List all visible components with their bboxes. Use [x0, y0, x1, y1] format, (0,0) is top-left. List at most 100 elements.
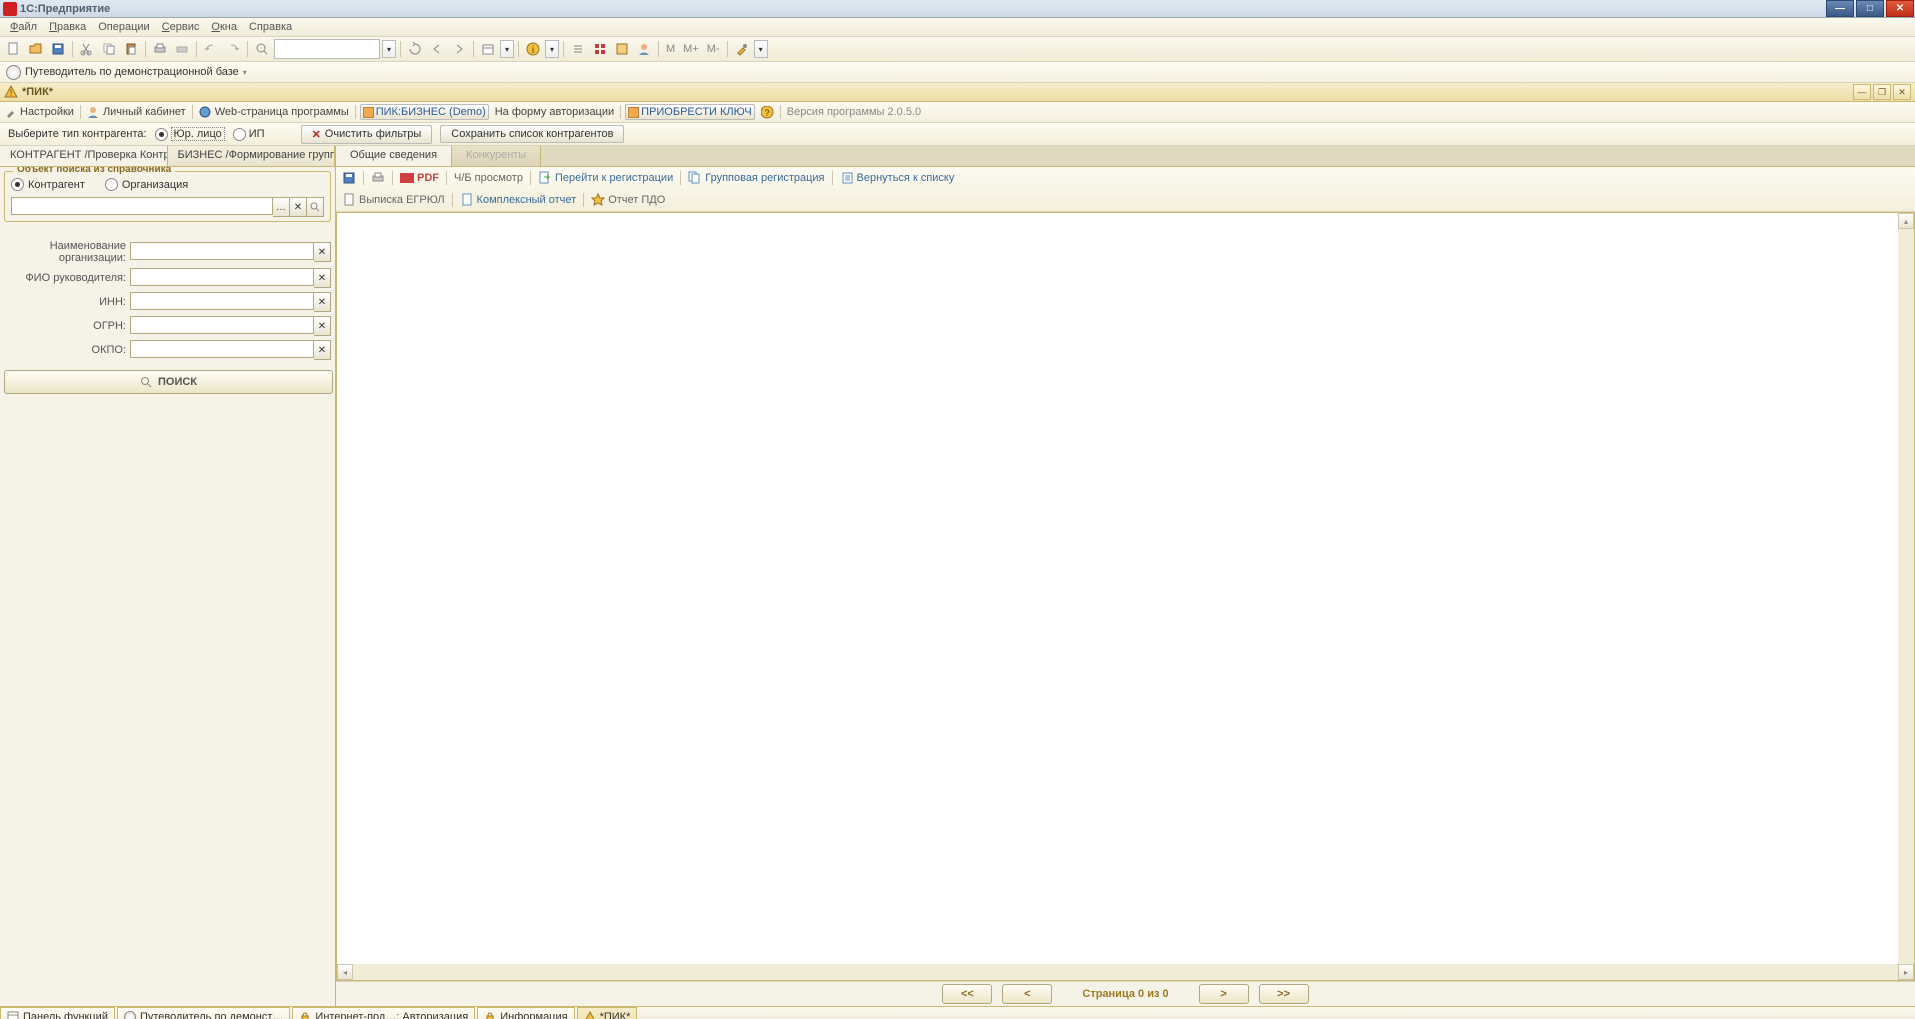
menu-windows[interactable]: Окна [205, 19, 243, 35]
status-pik[interactable]: *ПИК* [577, 1007, 638, 1019]
main-toolbar: ▾ ▾ i ▾ M M+ M- ▾ [0, 37, 1915, 62]
menu-operations[interactable]: Операции [92, 19, 155, 35]
clear-button[interactable]: ✕ [314, 268, 331, 288]
save-list-button[interactable]: Сохранить список контрагентов [440, 125, 624, 143]
tab-competitors[interactable]: Конкуренты [452, 146, 541, 166]
menu-edit[interactable]: Правка [43, 19, 92, 35]
guide-dropdown[interactable]: ▾ [243, 68, 247, 77]
clear-filters-button[interactable]: ✕ Очистить фильтры [301, 125, 433, 144]
nav-buykey-button[interactable]: ПРИОБРЕСТИ КЛЮЧ [625, 104, 755, 120]
status-panel-functions[interactable]: Панель функций [0, 1007, 115, 1019]
copy-icon[interactable] [99, 39, 119, 59]
lookup-button[interactable] [307, 197, 324, 217]
guide-label[interactable]: Путеводитель по демонстрационной базе [25, 66, 239, 78]
status-information[interactable]: Информация [477, 1007, 574, 1019]
search-input[interactable] [274, 39, 380, 59]
scrollbar-horizontal[interactable]: ◂ ▸ [337, 964, 1914, 980]
calendar-dropdown[interactable]: ▾ [500, 40, 514, 58]
fio-input[interactable] [130, 268, 314, 286]
bw-preview-button[interactable]: Ч/Б просмотр [452, 170, 525, 186]
choose-button[interactable]: … [273, 197, 290, 217]
clear-button[interactable]: ✕ [290, 197, 307, 217]
save-icon[interactable] [48, 39, 68, 59]
pdo-report-button[interactable]: Отчет ПДО [589, 191, 667, 209]
clear-button[interactable]: ✕ [314, 340, 331, 360]
print-button[interactable] [369, 169, 387, 187]
list-back-icon [840, 171, 854, 185]
back-to-list-button[interactable]: Вернуться к списку [838, 169, 957, 187]
scroll-up-button[interactable]: ▴ [1898, 213, 1914, 229]
user-icon[interactable] [634, 39, 654, 59]
lock-icon [299, 1011, 311, 1019]
menu-file[interactable]: Файл [4, 19, 43, 35]
search-button[interactable]: ПОИСК [4, 370, 333, 394]
row-orgname: Наименование организации: ✕ [4, 240, 331, 264]
object-input[interactable] [11, 197, 273, 215]
radio-organization[interactable]: Организация [105, 178, 188, 191]
search-dropdown[interactable]: ▾ [382, 40, 396, 58]
okpo-input[interactable] [130, 340, 314, 358]
doc-close-button[interactable]: ✕ [1893, 84, 1911, 100]
calendar-icon[interactable] [478, 39, 498, 59]
undo-icon[interactable] [201, 39, 221, 59]
pager-prev-button[interactable]: < [1002, 984, 1052, 1004]
nav-authform[interactable]: На форму авторизации [493, 106, 616, 118]
orgname-input[interactable] [130, 242, 314, 260]
egrul-button[interactable]: Выписка ЕГРЮЛ [340, 191, 447, 209]
clear-button[interactable]: ✕ [314, 242, 331, 262]
search-icon[interactable] [252, 39, 272, 59]
nav-fwd-icon[interactable] [449, 39, 469, 59]
status-internet-support[interactable]: Интернет-под…: Авторизация [292, 1007, 475, 1019]
radio-contragent[interactable]: Контрагент [11, 178, 85, 191]
calendar2-icon[interactable] [612, 39, 632, 59]
clear-button[interactable]: ✕ [314, 292, 331, 312]
pager-first-button[interactable]: << [942, 984, 992, 1004]
scrollbar-vertical[interactable]: ▴ [1898, 213, 1914, 964]
close-button[interactable]: ✕ [1886, 0, 1914, 17]
tools-dropdown[interactable]: ▾ [754, 40, 768, 58]
minimize-button[interactable]: — [1826, 0, 1854, 17]
tab-general-info[interactable]: Общие сведения [336, 146, 452, 166]
nav-settings[interactable]: Настройки [2, 106, 76, 119]
pdf-button[interactable]: PDF [398, 170, 441, 186]
doc-restore-button[interactable]: ❐ [1873, 84, 1891, 100]
radio-ip[interactable]: ИП [233, 128, 265, 141]
paste-icon[interactable] [121, 39, 141, 59]
tab-business[interactable]: БИЗНЕС /Формирование группы … [168, 146, 336, 166]
status-guide[interactable]: Путеводитель по демонст… [117, 1007, 290, 1019]
print-icon[interactable] [150, 39, 170, 59]
nav-webpage[interactable]: Web-страница программы [197, 106, 351, 119]
nav-demo-button[interactable]: ПИК:БИЗНЕС (Demo) [360, 104, 489, 120]
menu-service[interactable]: Сервис [156, 19, 206, 35]
refresh-icon[interactable] [405, 39, 425, 59]
radio-legal-entity[interactable]: Юр. лицо [155, 127, 225, 141]
pager-last-button[interactable]: >> [1259, 984, 1309, 1004]
scroll-right-button[interactable]: ▸ [1898, 964, 1914, 980]
cut-icon[interactable] [77, 39, 97, 59]
inn-input[interactable] [130, 292, 314, 310]
info-dropdown[interactable]: ▾ [545, 40, 559, 58]
nav-help[interactable]: ? [759, 106, 776, 119]
redo-icon[interactable] [223, 39, 243, 59]
goto-registration-button[interactable]: Перейти к регистрации [536, 169, 675, 187]
new-doc-icon[interactable] [4, 39, 24, 59]
print-preview-icon[interactable] [172, 39, 192, 59]
nav-back-icon[interactable] [427, 39, 447, 59]
maximize-button[interactable]: □ [1856, 0, 1884, 17]
clear-button[interactable]: ✕ [314, 316, 331, 336]
complex-report-button[interactable]: Комплексный отчет [458, 191, 579, 209]
menu-help[interactable]: Справка [243, 19, 298, 35]
doc-minimize-button[interactable]: — [1853, 84, 1871, 100]
group-registration-button[interactable]: Групповая регистрация [686, 169, 826, 187]
save-report-button[interactable] [340, 169, 358, 187]
tab-contragent[interactable]: КОНТРАГЕНТ /Проверка Контраг… [0, 146, 168, 166]
open-icon[interactable] [26, 39, 46, 59]
grid-icon[interactable] [590, 39, 610, 59]
info-icon[interactable]: i [523, 39, 543, 59]
ogrn-input[interactable] [130, 316, 314, 334]
nav-cabinet[interactable]: Личный кабинет [85, 106, 188, 119]
tools-icon[interactable] [732, 39, 752, 59]
list-icon[interactable] [568, 39, 588, 59]
scroll-left-button[interactable]: ◂ [337, 964, 353, 980]
pager-next-button[interactable]: > [1199, 984, 1249, 1004]
